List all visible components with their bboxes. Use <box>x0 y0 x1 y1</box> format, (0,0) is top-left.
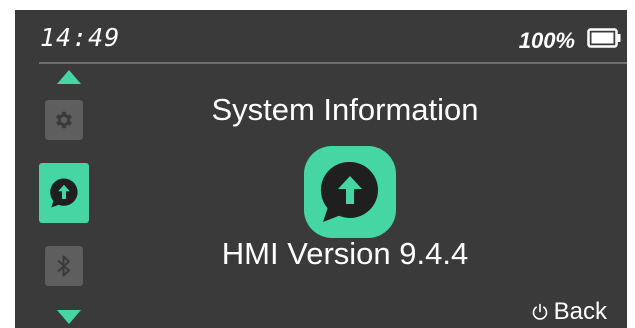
back-label: Back <box>553 298 607 325</box>
status-bar: 14:49 100% <box>15 10 627 63</box>
bluetooth-icon <box>57 255 70 277</box>
sidebar-item-bluetooth[interactable] <box>45 246 83 286</box>
sidebar-item-system-information[interactable] <box>39 163 89 223</box>
update-icon <box>50 178 78 208</box>
back-button[interactable]: Back <box>530 298 607 326</box>
hmi-screen: 14:49 100% System Information HMI Versio… <box>15 10 627 328</box>
chevron-up-icon[interactable] <box>57 70 81 84</box>
clock: 14:49 <box>40 23 121 52</box>
version-text: HMI Version 9.4.4 <box>221 236 469 271</box>
gear-icon <box>56 111 72 129</box>
chevron-down-icon[interactable] <box>57 310 81 324</box>
battery-full-icon <box>587 28 621 48</box>
page-title: System Information <box>211 92 479 127</box>
update-icon <box>304 146 396 238</box>
sidebar-item-settings[interactable] <box>45 100 83 140</box>
status-divider <box>39 62 627 64</box>
battery-percentage: 100% <box>518 28 575 53</box>
power-icon <box>532 303 547 320</box>
